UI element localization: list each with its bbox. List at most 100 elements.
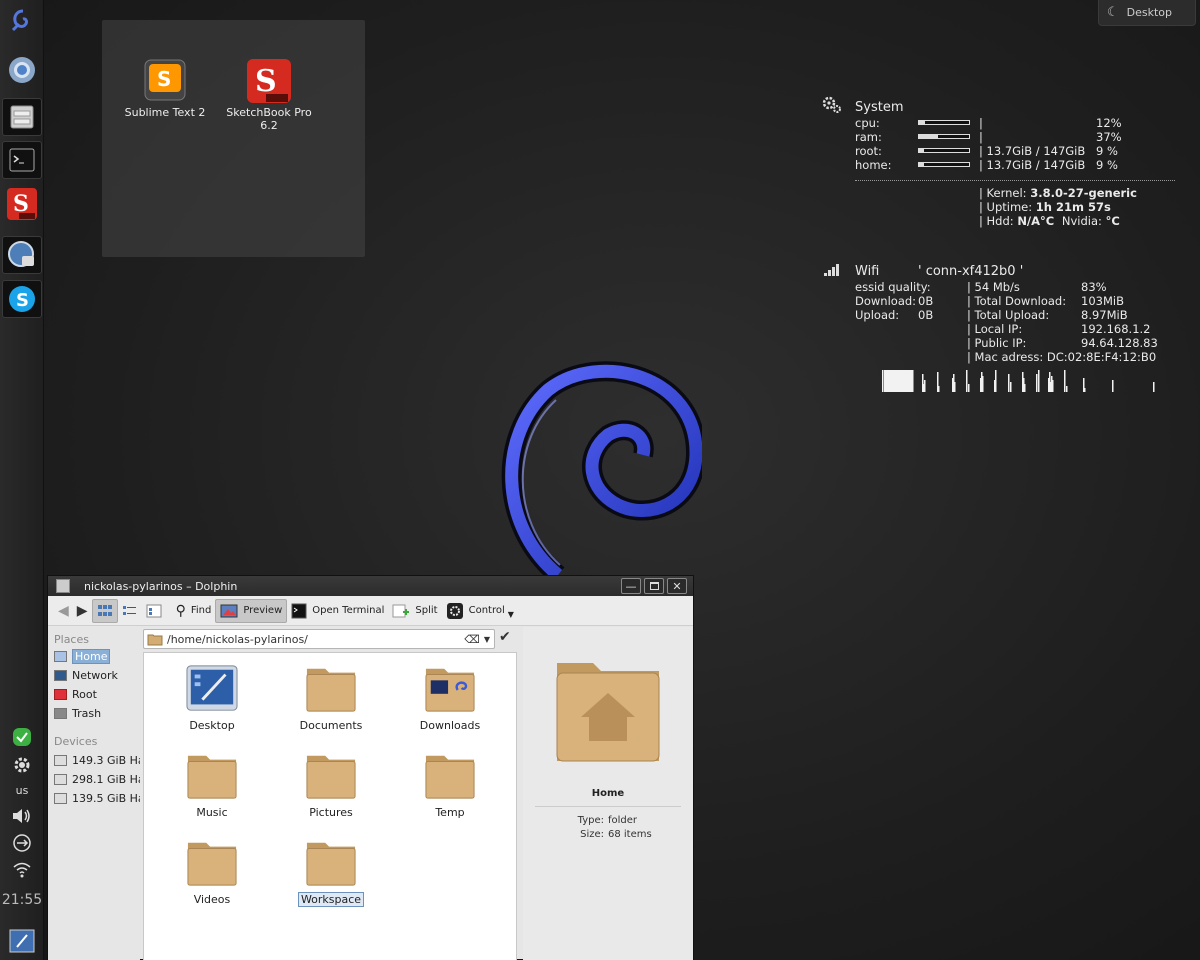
hdd-value: N/A°C: [1017, 214, 1055, 228]
location-bar[interactable]: /home/nickolas-pylarinos/ ⌫ ▼: [143, 629, 495, 649]
tray-wifi[interactable]: [0, 861, 44, 882]
find-label: Find: [190, 605, 212, 616]
divider: [855, 180, 1175, 181]
root-sep: | 13.7GiB / 147GiB: [979, 144, 1086, 158]
net-spike: [1038, 370, 1040, 392]
ram-label: ram:: [855, 130, 882, 144]
show-desktop-button[interactable]: [2, 922, 42, 960]
device-label: 139.5 GiB Ha: [72, 792, 140, 805]
tray-volume[interactable]: [0, 806, 44, 829]
place-trash[interactable]: Trash: [48, 704, 140, 723]
wifi-icon: [13, 862, 31, 878]
file-item-workspace[interactable]: Workspace: [281, 837, 381, 907]
launcher-sketchbook[interactable]: S: [2, 185, 42, 223]
wifi-row-value: DC:02:8E:F4:12:B0: [1046, 350, 1157, 364]
file-item-temp[interactable]: Temp: [400, 750, 500, 819]
window-titlebar[interactable]: nickolas-pylarinos – Dolphin — ✕: [48, 576, 693, 596]
kernel-label: | Kernel:: [979, 186, 1027, 200]
control-menu-button[interactable]: Control ▼: [442, 599, 518, 623]
preview-type-row: Type: folder: [523, 815, 693, 826]
launcher-terminal[interactable]: [2, 141, 42, 179]
file-item-music[interactable]: Music: [162, 750, 262, 819]
back-button[interactable]: ◀: [54, 599, 73, 623]
file-item-downloads[interactable]: Downloads: [400, 663, 500, 732]
device-item[interactable]: 149.3 GiB Ha: [48, 751, 140, 770]
folder-view-widget: S Sublime Text 2 S SketchBook Pro 6.2: [102, 20, 365, 257]
launcher-chromium[interactable]: [2, 51, 42, 89]
maximize-button[interactable]: [644, 578, 664, 594]
clock[interactable]: 21:55: [0, 892, 44, 908]
moon-icon: ☾: [1107, 5, 1119, 20]
desktop-icon-sketchbook[interactable]: S SketchBook Pro 6.2: [219, 58, 319, 132]
confirm-path-button[interactable]: ✔: [499, 629, 511, 645]
preview-label: Preview: [243, 605, 283, 616]
hdd-label: | Hdd:: [979, 214, 1014, 228]
folder-icon: [306, 755, 356, 799]
compact-view-button[interactable]: [118, 599, 142, 623]
wifi-row-value: 103MiB: [1081, 294, 1124, 308]
uptime-row: | Uptime: 1h 21m 57s: [979, 200, 1111, 214]
open-terminal-button[interactable]: Open Terminal: [287, 599, 388, 623]
device-item[interactable]: 139.5 GiB Ha: [48, 789, 140, 808]
find-button[interactable]: ⚲ Find: [172, 599, 216, 623]
svg-text:S: S: [16, 290, 29, 311]
wifi-title: Wifi: [855, 264, 880, 279]
system-title: System: [855, 100, 904, 115]
tray-security[interactable]: [0, 727, 44, 750]
desktop-icon-sublime[interactable]: S Sublime Text 2: [115, 58, 215, 119]
details-view-button[interactable]: [142, 599, 166, 623]
keyboard-layout[interactable]: us: [0, 784, 44, 797]
file-label: Pictures: [309, 806, 353, 819]
forward-button[interactable]: ▶: [73, 599, 92, 623]
icons-view-button[interactable]: [91, 598, 118, 623]
file-label: Videos: [193, 893, 231, 906]
file-item-desktop[interactable]: Desktop: [162, 663, 262, 732]
download-label: Download:: [855, 294, 917, 308]
cpu-sep: |: [979, 116, 983, 130]
place-network[interactable]: Network: [48, 666, 140, 685]
file-item-pictures[interactable]: Pictures: [281, 750, 381, 819]
file-item-documents[interactable]: Documents: [281, 663, 381, 732]
home-icon: [54, 651, 67, 662]
debian-swirl-icon: [11, 9, 28, 32]
launcher-file-manager[interactable]: [2, 98, 42, 136]
cpu-value: 12%: [1096, 116, 1122, 130]
folder-icon: [306, 668, 356, 712]
minimize-button[interactable]: —: [621, 578, 641, 594]
net-spike: [924, 380, 926, 392]
size-label: Size:: [580, 829, 604, 840]
tray-settings[interactable]: [0, 755, 44, 778]
net-spike: [1008, 374, 1010, 392]
file-label: Music: [196, 806, 228, 819]
home-value: 9 %: [1096, 158, 1118, 172]
file-item-videos[interactable]: Videos: [162, 837, 262, 906]
tray-usb[interactable]: [0, 833, 44, 856]
desktop-activity-button[interactable]: ☾ Desktop: [1098, 0, 1196, 26]
icons-view-icon: [97, 604, 112, 616]
control-gear-icon: [446, 602, 463, 619]
launcher-system-settings[interactable]: [2, 236, 42, 274]
folder-icon: [306, 842, 356, 886]
upload-value: 0B: [918, 308, 934, 322]
close-button[interactable]: ✕: [667, 578, 687, 594]
chromium-icon: [9, 57, 35, 83]
desktop-button-label: Desktop: [1126, 6, 1173, 19]
launcher-skype[interactable]: S: [2, 280, 42, 318]
split-button[interactable]: Split: [388, 599, 441, 623]
split-view-icon: [392, 604, 410, 617]
place-root[interactable]: Root: [48, 685, 140, 704]
device-item[interactable]: 298.1 GiB Ha: [48, 770, 140, 789]
clear-text-icon[interactable]: ⌫: [464, 633, 480, 646]
chevron-down-icon[interactable]: ▼: [484, 635, 490, 644]
launcher-debian[interactable]: [2, 2, 42, 40]
place-label: Network: [72, 669, 118, 682]
wifi-row-label: | 54 Mb/s: [967, 280, 1020, 294]
nvidia-value: °C: [1105, 214, 1120, 228]
ram-value: 37%: [1096, 130, 1122, 144]
place-home[interactable]: Home: [48, 647, 140, 666]
size-value: 68 items: [608, 829, 652, 840]
information-panel: Home Type: folder Size: 68 items: [523, 627, 693, 960]
places-header: Places: [54, 633, 89, 646]
wifi-ssid: ' conn-xf412b0 ': [918, 264, 1024, 279]
preview-button[interactable]: Preview: [215, 598, 288, 623]
